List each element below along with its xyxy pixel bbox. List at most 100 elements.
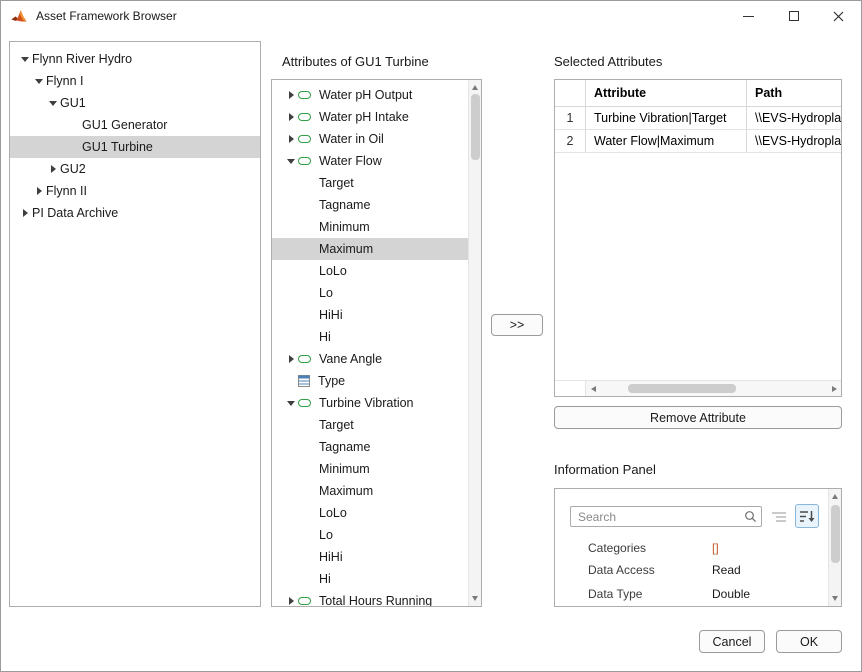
close-button[interactable] <box>816 1 861 31</box>
attribute-cell: Turbine Vibration|Target <box>586 107 747 129</box>
attribute-subitem[interactable]: Minimum <box>272 216 468 238</box>
attribute-subitem[interactable]: Hi <box>272 568 468 590</box>
tree-item-flynn-i[interactable]: Flynn I <box>10 70 260 92</box>
attribute-label: HiHi <box>319 308 343 322</box>
tree-item-flynn-ii[interactable]: Flynn II <box>10 180 260 202</box>
scrollbar-corner <box>555 381 586 396</box>
attribute-subitem[interactable]: Tagname <box>272 194 468 216</box>
attribute-item[interactable]: Water Flow <box>272 150 468 172</box>
expand-toggle-icon[interactable] <box>284 594 298 607</box>
minimize-icon <box>743 16 754 17</box>
property-value: Read <box>712 563 741 577</box>
attribute-label: Minimum <box>319 220 370 234</box>
titlebar: Asset Framework Browser <box>1 1 861 31</box>
cancel-button[interactable]: Cancel <box>699 630 765 653</box>
minimize-button[interactable] <box>726 1 771 31</box>
expand-toggle-icon[interactable] <box>284 396 298 410</box>
attribute-item[interactable]: Total Hours Running <box>272 590 468 607</box>
attribute-item[interactable]: Type <box>272 370 468 392</box>
attribute-subitem-selected[interactable]: Maximum <box>272 238 468 260</box>
attribute-column-header[interactable]: Attribute <box>586 80 747 106</box>
expand-toggle-icon[interactable] <box>32 184 46 198</box>
table-row[interactable]: 1 Turbine Vibration|Target \\EVS-Hydropl… <box>555 107 841 130</box>
attribute-subitem[interactable]: HiHi <box>272 304 468 326</box>
tree-item-flynn-river-hydro[interactable]: Flynn River Hydro <box>10 48 260 70</box>
scroll-right-icon[interactable] <box>827 381 841 396</box>
search-input[interactable] <box>570 506 762 527</box>
scrollbar-thumb[interactable] <box>471 94 480 160</box>
attribute-subitem[interactable]: Lo <box>272 524 468 546</box>
tree-item-gu1-turbine[interactable]: GU1 Turbine <box>10 136 260 158</box>
information-scrollbar[interactable] <box>828 489 841 606</box>
expand-toggle-icon[interactable] <box>46 162 60 176</box>
attribute-subitem[interactable]: Target <box>272 172 468 194</box>
tree-item-label: PI Data Archive <box>32 206 118 220</box>
table-row[interactable]: 2 Water Flow|Maximum \\EVS-Hydropla <box>555 130 841 153</box>
expand-toggle-icon[interactable] <box>32 74 46 88</box>
expand-toggle-icon[interactable] <box>284 154 298 168</box>
ok-button[interactable]: OK <box>776 630 842 653</box>
attribute-item[interactable]: Vane Angle <box>272 348 468 370</box>
attributes-heading: Attributes of GU1 Turbine <box>282 54 429 69</box>
enumeration-table-icon <box>298 375 310 387</box>
remove-attribute-button[interactable]: Remove Attribute <box>554 406 842 429</box>
attribute-subitem[interactable]: Target <box>272 414 468 436</box>
tree-item-pi-data-archive[interactable]: PI Data Archive <box>10 202 260 224</box>
matlab-logo-icon <box>11 8 27 24</box>
scrollbar-thumb[interactable] <box>628 384 736 393</box>
attribute-item[interactable]: Water pH Intake <box>272 106 468 128</box>
information-panel: Categories [] Data Access Read Data Type… <box>554 488 842 607</box>
property-name: Data Type <box>588 587 712 601</box>
attribute-subitem[interactable]: LoLo <box>272 260 468 282</box>
attribute-subitem[interactable]: Maximum <box>272 480 468 502</box>
expand-toggle-icon[interactable] <box>284 110 298 124</box>
tree-item-gu2[interactable]: GU2 <box>10 158 260 180</box>
expand-toggle-icon[interactable] <box>284 132 298 146</box>
attribute-subitem[interactable]: HiHi <box>272 546 468 568</box>
attribute-item[interactable]: Water pH Output <box>272 84 468 106</box>
tree-item-gu1[interactable]: GU1 <box>10 92 260 114</box>
attribute-label: Minimum <box>319 462 370 476</box>
attribute-label: Water pH Intake <box>319 110 409 124</box>
scroll-down-icon[interactable] <box>472 596 478 601</box>
attribute-cell: Water Flow|Maximum <box>586 130 747 152</box>
group-list-icon <box>772 511 786 523</box>
scroll-up-icon[interactable] <box>472 85 478 90</box>
expand-toggle-icon[interactable] <box>18 206 32 220</box>
tree-item-gu1-generator[interactable]: GU1 Generator <box>10 114 260 136</box>
asset-framework-browser-window: Asset Framework Browser Flynn River Hydr… <box>0 0 862 672</box>
attribute-label: Target <box>319 418 354 432</box>
table-header-row: Attribute Path <box>555 80 841 107</box>
expand-toggle-icon[interactable] <box>284 88 298 102</box>
attribute-item[interactable]: Turbine Vibration <box>272 392 468 414</box>
attribute-subitem[interactable]: Tagname <box>272 436 468 458</box>
maximize-button[interactable] <box>771 1 816 31</box>
attribute-icon <box>298 91 311 99</box>
close-icon <box>833 11 844 22</box>
attribute-label: HiHi <box>319 550 343 564</box>
scroll-left-icon[interactable] <box>586 381 600 396</box>
tree-item-label: GU1 Generator <box>82 118 167 132</box>
path-column-header[interactable]: Path <box>747 80 841 106</box>
expand-toggle-icon[interactable] <box>284 352 298 366</box>
scroll-down-icon[interactable] <box>832 596 838 601</box>
attribute-label: Maximum <box>319 242 373 256</box>
expand-toggle-icon[interactable] <box>18 52 32 66</box>
table-horizontal-scrollbar[interactable] <box>555 380 841 396</box>
property-value: Double <box>712 587 750 601</box>
attributes-scrollbar[interactable] <box>468 80 481 606</box>
add-attribute-button[interactable]: >> <box>491 314 543 336</box>
attribute-subitem[interactable]: Lo <box>272 282 468 304</box>
group-view-button[interactable] <box>767 505 791 529</box>
scroll-up-icon[interactable] <box>832 494 838 499</box>
attribute-item[interactable]: Water in Oil <box>272 128 468 150</box>
expand-toggle-icon[interactable] <box>46 96 60 110</box>
selected-attributes-heading: Selected Attributes <box>554 54 662 69</box>
attribute-subitem[interactable]: Minimum <box>272 458 468 480</box>
sort-alphabetical-button[interactable] <box>795 504 819 528</box>
attribute-subitem[interactable]: LoLo <box>272 502 468 524</box>
attribute-subitem[interactable]: Hi <box>272 326 468 348</box>
attribute-label: Total Hours Running <box>319 594 432 607</box>
information-panel-heading: Information Panel <box>554 462 656 477</box>
scrollbar-thumb[interactable] <box>831 505 840 563</box>
